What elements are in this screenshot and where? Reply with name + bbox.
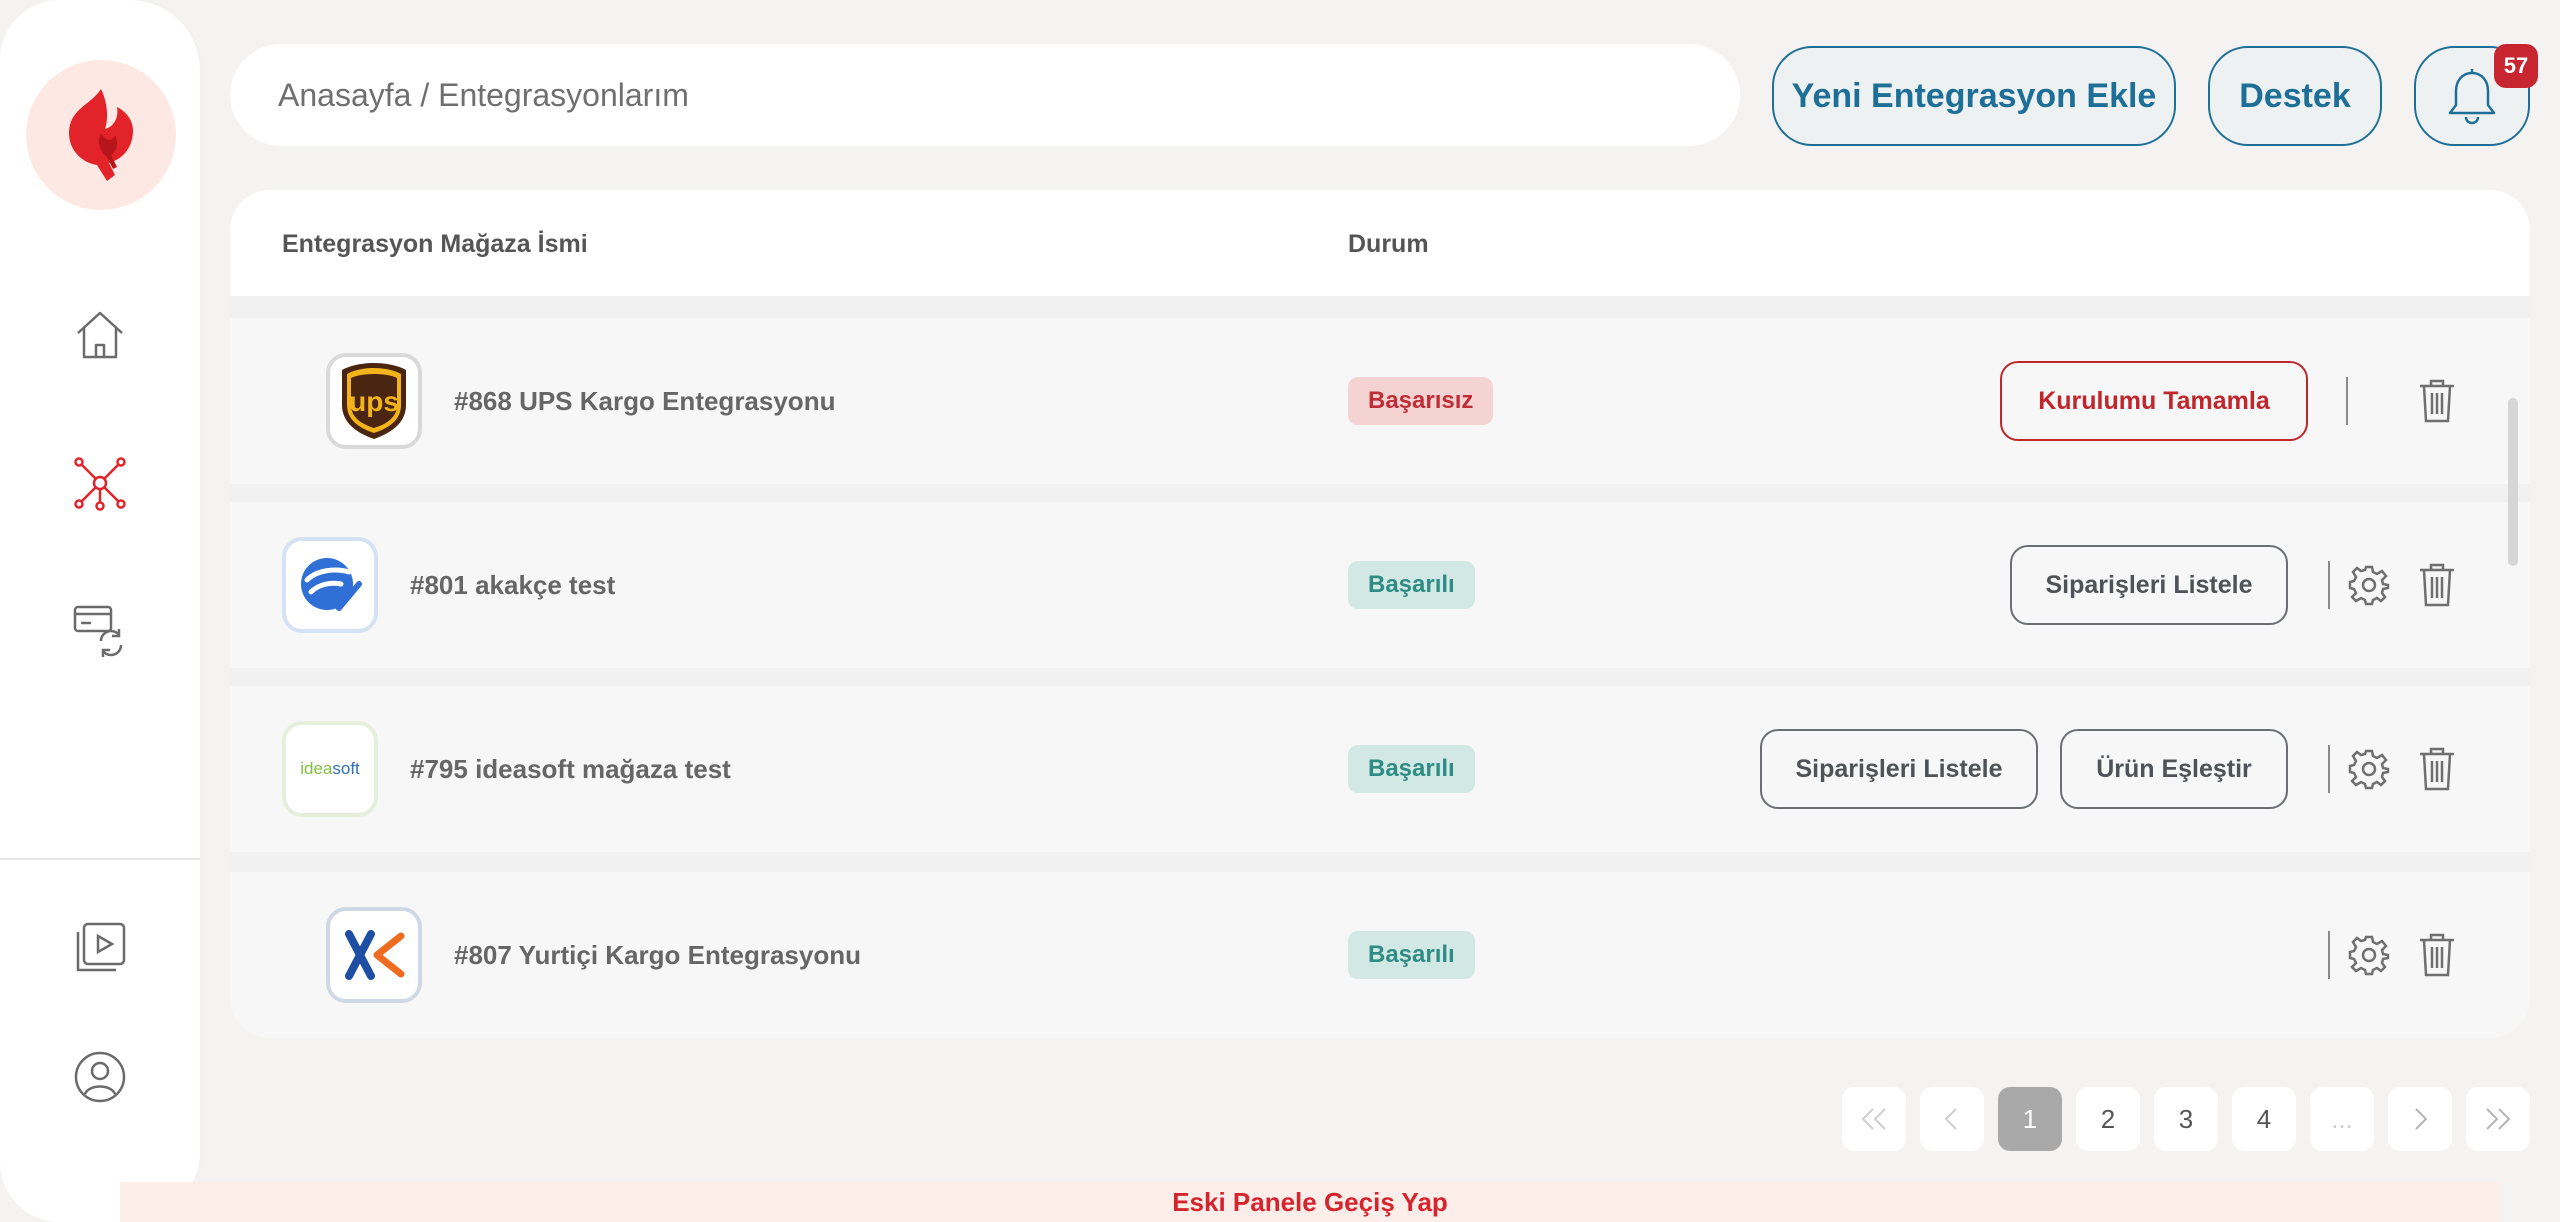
yurtici-logo-icon [345, 930, 405, 980]
integrations-table: Entegrasyon Mağaza İsmi Durum ups #868 U… [230, 190, 2530, 1038]
sidebar-divider [0, 858, 200, 860]
breadcrumb: Anasayfa / Entegrasyonlarım [230, 44, 1740, 146]
ideasoft-logo-text: ideasoft [300, 759, 360, 778]
row-store-name: #807 Yurtiçi Kargo Entegrasyonu [454, 940, 861, 970]
list-orders-button[interactable]: Siparişleri Listele [2010, 545, 2288, 625]
support-button[interactable]: Destek [2208, 46, 2382, 146]
double-chevron-left-icon [1861, 1108, 1886, 1130]
home-icon [77, 311, 123, 359]
bell-icon [2448, 69, 2496, 125]
delete-button[interactable] [2412, 560, 2462, 610]
previous-page-button[interactable] [1920, 1087, 1984, 1151]
last-page-button[interactable] [2466, 1087, 2530, 1151]
status-badge: Başarılı [1348, 745, 1475, 793]
chevron-left-icon [1944, 1108, 1957, 1130]
trash-icon [2420, 747, 2454, 791]
page: Anasayfa / Entegrasyonlarım Yeni Entegra… [0, 0, 2560, 1222]
column-header-store-name: Entegrasyon Mağaza İsmi [282, 230, 588, 258]
status-badge: Başarısız [1348, 377, 1494, 425]
table-body: ups #868 UPS Kargo Entegrasyonu Başarısı… [230, 296, 2530, 1038]
ups-shield-icon: ups [342, 363, 406, 439]
sidebar-item-home[interactable] [70, 305, 130, 365]
table-header: Entegrasyon Mağaza İsmi Durum [230, 190, 2530, 296]
ups-logo: ups [326, 353, 422, 449]
page-ellipsis: ... [2310, 1087, 2374, 1151]
brand-flame-icon [69, 89, 133, 181]
actions-divider [2328, 745, 2330, 793]
page-button[interactable]: 1 [1998, 1087, 2062, 1151]
akakce-logo [282, 537, 378, 633]
page-button[interactable]: 4 [2232, 1087, 2296, 1151]
notification-count-badge: 57 [2494, 44, 2538, 88]
trash-icon [2420, 379, 2454, 423]
table-row: ups #868 UPS Kargo Entegrasyonu Başarısı… [230, 318, 2530, 484]
video-tutorials-icon [76, 922, 126, 972]
sidebar-item-payments[interactable] [70, 598, 130, 658]
row-store-name: #801 akakçe test [410, 570, 616, 600]
switch-to-old-panel-link[interactable]: Eski Panele Geçiş Yap [120, 1182, 2500, 1222]
gear-icon [2348, 749, 2390, 790]
table-row: #807 Yurtiçi Kargo Entegrasyonu Başarılı [230, 872, 2530, 1038]
actions-divider [2346, 377, 2348, 425]
actions-divider [2328, 561, 2330, 609]
next-page-button[interactable] [2388, 1087, 2452, 1151]
row-store-name: #795 ideasoft mağaza test [410, 754, 731, 784]
gear-icon [2348, 935, 2390, 976]
status-badge: Başarılı [1348, 561, 1475, 609]
delete-button[interactable] [2412, 744, 2462, 794]
sidebar-item-profile[interactable] [70, 1047, 130, 1107]
trash-icon [2420, 933, 2454, 977]
yurtici-logo [326, 907, 422, 1003]
sidebar [0, 0, 200, 1222]
gear-icon [2348, 565, 2390, 606]
add-integration-button[interactable]: Yeni Entegrasyon Ekle [1772, 46, 2176, 146]
sidebar-item-videos[interactable] [70, 918, 130, 978]
first-page-button[interactable] [1842, 1087, 1906, 1151]
row-store-name: #868 UPS Kargo Entegrasyonu [454, 386, 836, 416]
column-header-status: Durum [1348, 230, 1429, 258]
table-scrollbar[interactable] [2508, 398, 2518, 566]
delete-button[interactable] [2412, 376, 2462, 426]
page-button[interactable]: 2 [2076, 1087, 2140, 1151]
page-button[interactable]: 3 [2154, 1087, 2218, 1151]
settings-button[interactable] [2344, 930, 2394, 980]
list-orders-button[interactable]: Siparişleri Listele [1760, 729, 2038, 809]
delete-button[interactable] [2412, 930, 2462, 980]
status-badge: Başarılı [1348, 931, 1475, 979]
svg-text:ups: ups [349, 386, 399, 417]
brand-logo[interactable] [26, 60, 176, 210]
complete-setup-button[interactable]: Kurulumu Tamamla [2000, 361, 2308, 441]
integrations-network-icon [74, 457, 126, 511]
actions-divider [2328, 931, 2330, 979]
sidebar-item-integrations[interactable] [70, 453, 130, 513]
chevron-right-icon [2415, 1108, 2428, 1130]
settings-button[interactable] [2344, 560, 2394, 610]
match-products-button[interactable]: Ürün Eşleştir [2060, 729, 2288, 809]
double-chevron-right-icon [2486, 1108, 2511, 1130]
akakce-logo-icon [301, 558, 362, 611]
table-row: #801 akakçe test Başarılı Siparişleri Li… [230, 502, 2530, 668]
user-profile-icon [74, 1051, 126, 1103]
payment-sync-icon [73, 605, 123, 657]
ideasoft-logo: ideasoft [282, 721, 378, 817]
trash-icon [2420, 563, 2454, 607]
settings-button[interactable] [2344, 744, 2394, 794]
table-row: ideasoft #795 ideasoft mağaza test Başar… [230, 686, 2530, 852]
